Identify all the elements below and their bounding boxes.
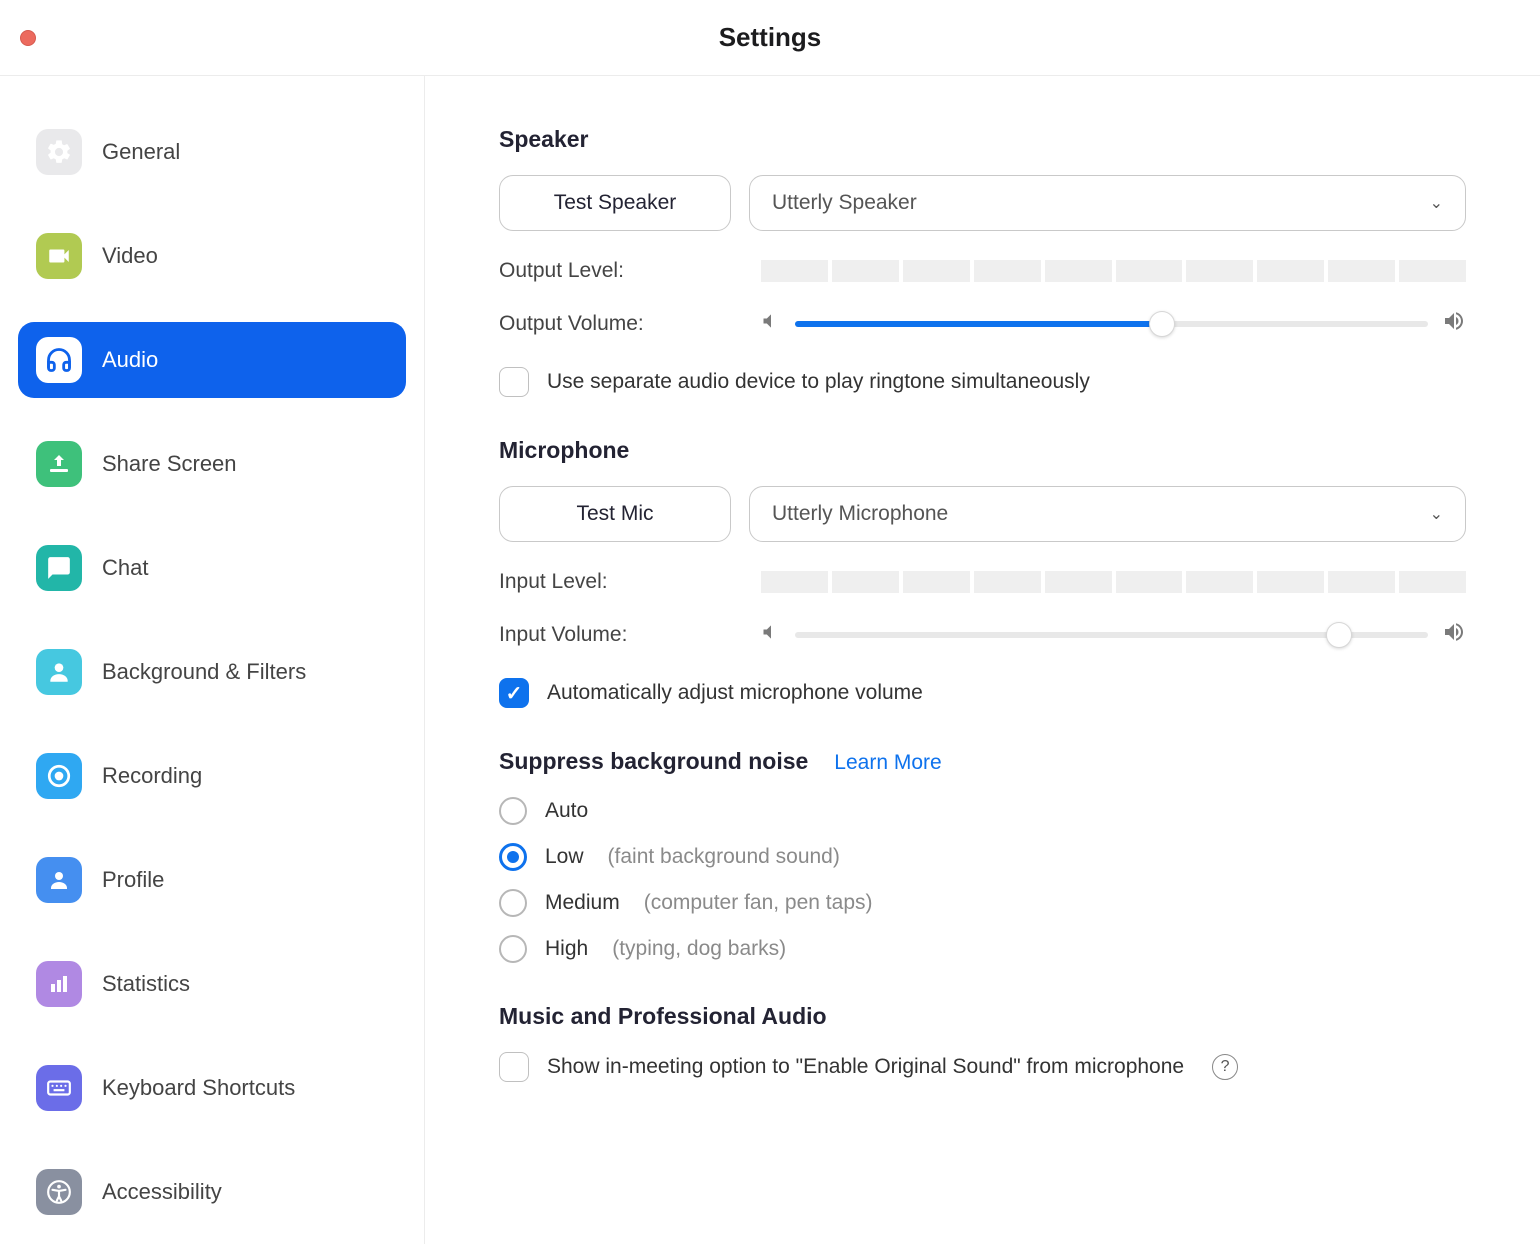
sidebar-item-background-filters[interactable]: Background & Filters	[18, 634, 406, 710]
sidebar-item-share-screen[interactable]: Share Screen	[18, 426, 406, 502]
suppress-noise-heading: Suppress background noise	[499, 748, 808, 775]
suppress-high-label: High	[545, 937, 588, 961]
sidebar: General Video Audio Share Screen Chat	[0, 76, 425, 1244]
recording-icon	[36, 753, 82, 799]
speaker-high-icon	[1442, 620, 1466, 650]
sidebar-item-label: General	[102, 139, 180, 165]
share-screen-icon	[36, 441, 82, 487]
mic-device-select[interactable]: Utterly Microphone ⌄	[749, 486, 1466, 542]
separate-ringtone-label: Use separate audio device to play ringto…	[547, 370, 1090, 394]
suppress-medium-radio[interactable]	[499, 889, 527, 917]
sidebar-item-profile[interactable]: Profile	[18, 842, 406, 918]
test-speaker-button[interactable]: Test Speaker	[499, 175, 731, 231]
gear-icon	[36, 129, 82, 175]
statistics-icon	[36, 961, 82, 1007]
test-mic-button[interactable]: Test Mic	[499, 486, 731, 542]
suppress-medium-hint: (computer fan, pen taps)	[644, 891, 873, 915]
content-area: Speaker Test Speaker Utterly Speaker ⌄ O…	[425, 76, 1540, 1244]
sidebar-item-keyboard-shortcuts[interactable]: Keyboard Shortcuts	[18, 1050, 406, 1126]
show-original-sound-label: Show in-meeting option to "Enable Origin…	[547, 1055, 1184, 1079]
microphone-heading: Microphone	[499, 437, 1466, 464]
suppress-auto-radio[interactable]	[499, 797, 527, 825]
learn-more-link[interactable]: Learn More	[834, 751, 941, 775]
output-volume-thumb[interactable]	[1149, 311, 1175, 337]
suppress-auto-label: Auto	[545, 799, 588, 823]
mic-device-value: Utterly Microphone	[772, 502, 948, 526]
sidebar-item-label: Audio	[102, 347, 158, 373]
show-original-sound-checkbox[interactable]	[499, 1052, 529, 1082]
speaker-low-icon	[761, 622, 781, 648]
speaker-device-select[interactable]: Utterly Speaker ⌄	[749, 175, 1466, 231]
sidebar-item-video[interactable]: Video	[18, 218, 406, 294]
sidebar-item-label: Recording	[102, 763, 202, 789]
suppress-high-hint: (typing, dog barks)	[612, 937, 786, 961]
headphones-icon	[36, 337, 82, 383]
input-volume-label: Input Volume:	[499, 623, 761, 647]
video-icon	[36, 233, 82, 279]
auto-adjust-mic-label: Automatically adjust microphone volume	[547, 681, 923, 705]
input-volume-thumb[interactable]	[1326, 622, 1352, 648]
chat-icon	[36, 545, 82, 591]
sidebar-item-statistics[interactable]: Statistics	[18, 946, 406, 1022]
suppress-high-radio[interactable]	[499, 935, 527, 963]
sidebar-item-general[interactable]: General	[18, 114, 406, 190]
sidebar-item-label: Keyboard Shortcuts	[102, 1075, 295, 1101]
separate-ringtone-checkbox[interactable]	[499, 367, 529, 397]
speaker-low-icon	[761, 311, 781, 337]
output-volume-label: Output Volume:	[499, 312, 761, 336]
auto-adjust-mic-checkbox[interactable]	[499, 678, 529, 708]
sidebar-item-label: Profile	[102, 867, 164, 893]
sidebar-item-label: Accessibility	[102, 1179, 222, 1205]
sidebar-item-label: Share Screen	[102, 451, 237, 477]
sidebar-item-label: Chat	[102, 555, 148, 581]
output-level-meter	[761, 260, 1466, 282]
chevron-down-icon: ⌄	[1430, 504, 1443, 524]
window-title: Settings	[0, 22, 1540, 53]
input-level-label: Input Level:	[499, 570, 761, 594]
chevron-down-icon: ⌄	[1430, 193, 1443, 213]
accessibility-icon	[36, 1169, 82, 1215]
keyboard-icon	[36, 1065, 82, 1111]
sidebar-item-accessibility[interactable]: Accessibility	[18, 1154, 406, 1230]
sidebar-item-chat[interactable]: Chat	[18, 530, 406, 606]
output-volume-slider[interactable]	[795, 309, 1428, 339]
speaker-heading: Speaker	[499, 126, 1466, 153]
music-pro-audio-heading: Music and Professional Audio	[499, 1003, 1466, 1030]
suppress-low-radio[interactable]	[499, 843, 527, 871]
speaker-high-icon	[1442, 309, 1466, 339]
help-icon[interactable]: ?	[1212, 1054, 1238, 1080]
speaker-device-value: Utterly Speaker	[772, 191, 917, 215]
titlebar: Settings	[0, 0, 1540, 76]
suppress-medium-label: Medium	[545, 891, 620, 915]
body: General Video Audio Share Screen Chat	[0, 76, 1540, 1244]
input-level-meter	[761, 571, 1466, 593]
sidebar-item-label: Video	[102, 243, 158, 269]
background-filters-icon	[36, 649, 82, 695]
sidebar-item-audio[interactable]: Audio	[18, 322, 406, 398]
suppress-low-hint: (faint background sound)	[608, 845, 840, 869]
input-volume-slider[interactable]	[795, 620, 1428, 650]
sidebar-item-label: Background & Filters	[102, 659, 306, 685]
sidebar-item-recording[interactable]: Recording	[18, 738, 406, 814]
output-level-label: Output Level:	[499, 259, 761, 283]
sidebar-item-label: Statistics	[102, 971, 190, 997]
suppress-low-label: Low	[545, 845, 584, 869]
output-volume-fill	[795, 321, 1162, 327]
profile-icon	[36, 857, 82, 903]
